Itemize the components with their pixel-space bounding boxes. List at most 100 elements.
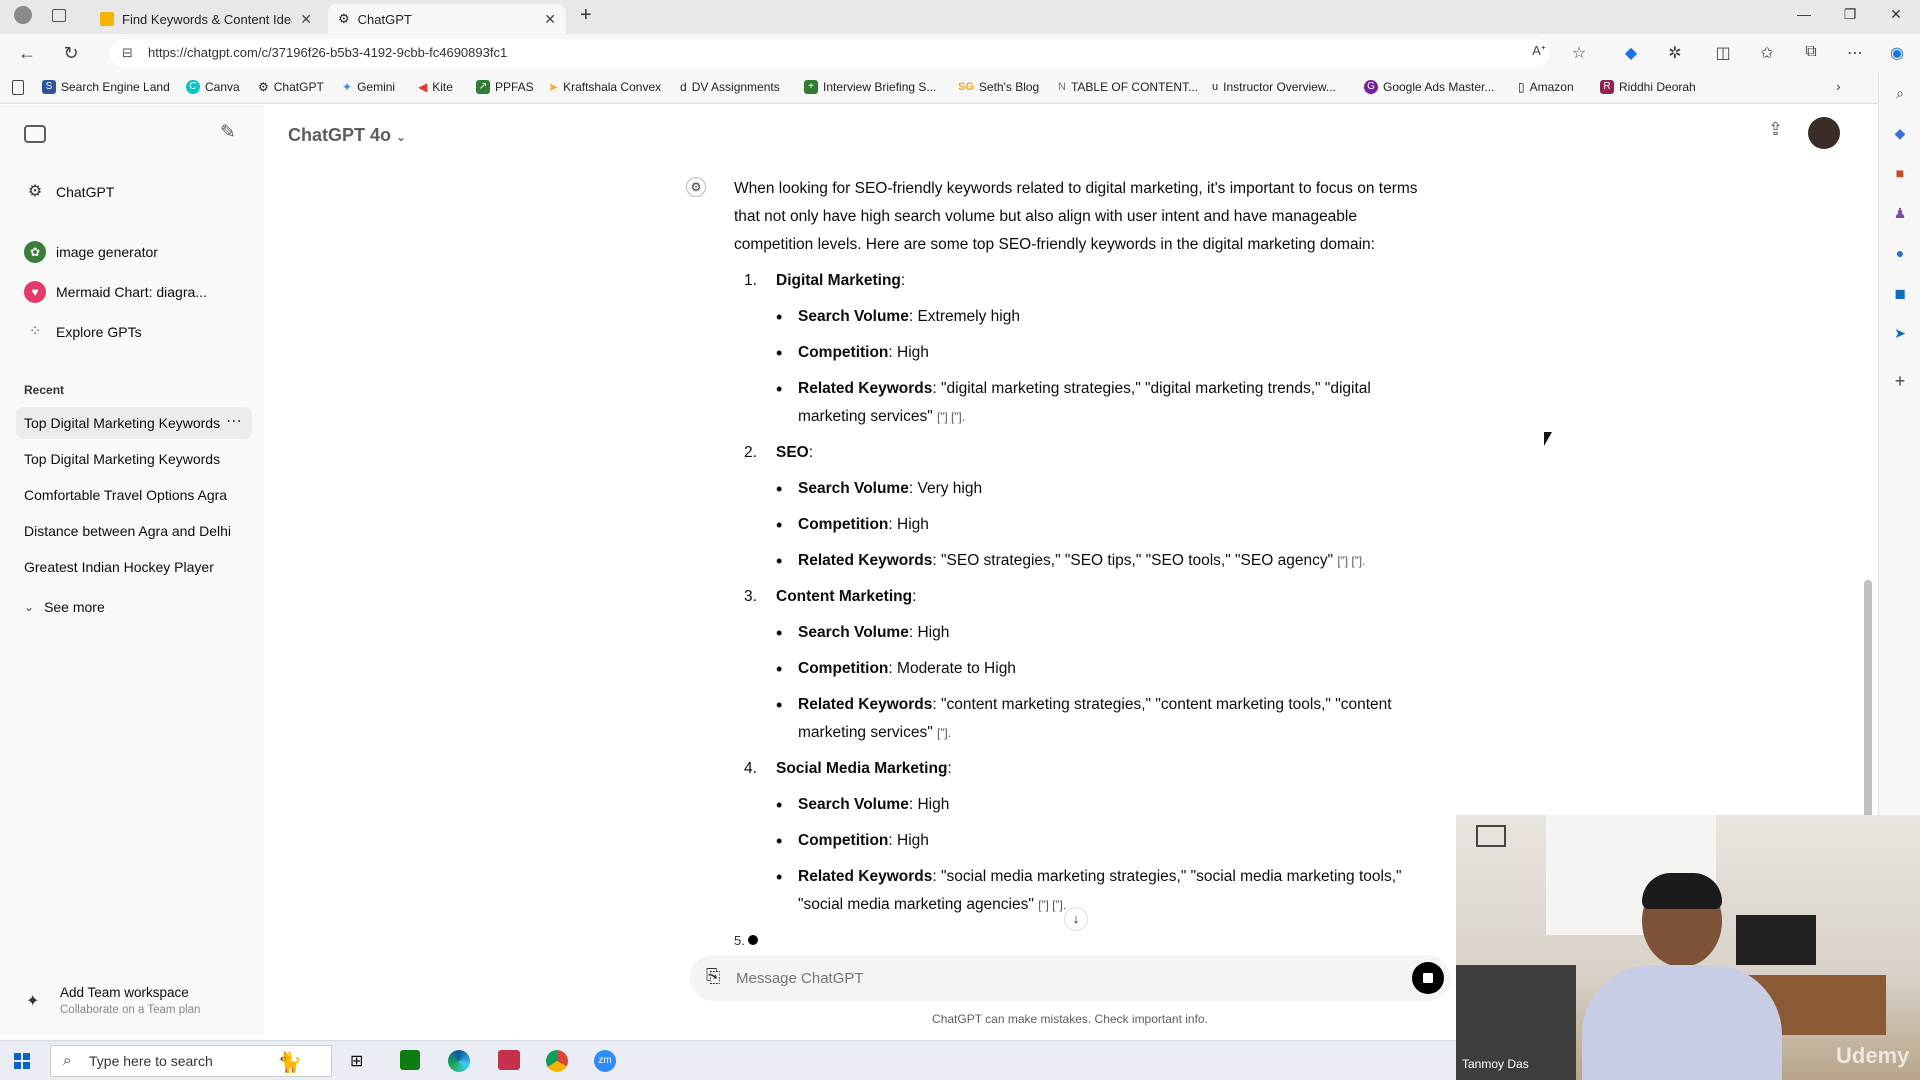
team-subtitle: Collaborate on a Team plan (60, 1004, 201, 1016)
extensions-icon[interactable]: ✲ (1664, 43, 1686, 63)
disclaimer-text: ChatGPT can make mistakes. Check importa… (932, 1012, 1208, 1026)
new-tab-icon[interactable]: + (580, 4, 592, 27)
scrollbar-thumb[interactable] (1864, 580, 1872, 820)
bookmark-5[interactable]: ↗ PPFAS (476, 80, 534, 94)
taskbar-search-box[interactable]: ⌕ Type here to search 🐈 (50, 1045, 332, 1077)
citation-links[interactable]: [”]. (937, 726, 951, 740)
app-red-icon[interactable] (498, 1050, 520, 1070)
scroll-down-icon[interactable]: ↓ (1064, 907, 1088, 931)
tools-icon[interactable]: ■ (1891, 164, 1909, 182)
bookmarks-bar: S Search Engine Land C Canva ⚙ ChatGPT ✦ Gem… (0, 72, 1920, 104)
bookmark-7[interactable]: d DV Assignments (680, 80, 780, 94)
office-icon[interactable]: ● (1891, 244, 1909, 262)
bookmark-10[interactable]: N TABLE OF CONTENT... (1058, 80, 1198, 94)
split-screen-icon[interactable]: ◫ (1712, 43, 1734, 63)
close-tab-icon[interactable]: ✕ (544, 11, 556, 28)
bookmark-6[interactable]: ➤ Kraftshala Convex (548, 80, 661, 94)
chevron-down-icon: ⌄ (24, 600, 35, 614)
bookmark-11[interactable]: u Instructor Overview... (1212, 80, 1336, 94)
gpt-avatar-icon: ✿ (24, 241, 46, 263)
back-icon[interactable]: ← (16, 43, 38, 64)
canva-icon: C (186, 80, 200, 94)
bookmarks-more-icon[interactable]: › (1836, 78, 1841, 94)
edge-icon[interactable] (448, 1050, 470, 1072)
search-volume-line: Search Volume: Extremely high (776, 303, 1434, 331)
see-more-button[interactable]: ⌄ See more (24, 599, 105, 615)
tab-title: Find Keywords & Content Ideas (122, 11, 292, 27)
citation-links[interactable]: [”] [”]. (937, 410, 965, 424)
citation-links[interactable]: [”] [”]. (1337, 554, 1365, 568)
tv (1736, 915, 1816, 965)
favorites-icon[interactable]: ✩ (1756, 43, 1778, 63)
chat-options-icon[interactable]: ⋯ (226, 411, 242, 431)
search-icon: ⌕ (63, 1052, 72, 1069)
games-icon[interactable]: ♟ (1891, 204, 1909, 222)
chrome-icon[interactable] (546, 1050, 568, 1072)
profile-icon[interactable] (14, 6, 32, 24)
tab-find-keywords[interactable]: Find Keywords & Content Ideas ✕ (90, 4, 322, 34)
stop-generating-button[interactable] (1412, 962, 1444, 994)
bookmark-2[interactable]: ⚙ ChatGPT (258, 80, 324, 94)
more-menu-icon[interactable]: ⋯ (1844, 43, 1866, 63)
bookmark-12[interactable]: G Google Ads Master... (1364, 80, 1494, 94)
add-team-workspace[interactable]: Add Team workspace (60, 985, 189, 1000)
sidebar-item-mermaid[interactable]: ♥ Mermaid Chart: diagra... (24, 281, 207, 303)
udemy-watermark: Udemy (1836, 1043, 1910, 1068)
message-input[interactable] (736, 966, 1356, 990)
sidebar-item-explore-gpts[interactable]: ⁘ Explore GPTs (24, 321, 142, 343)
recent-chat-item[interactable]: Greatest Indian Hockey Player (24, 559, 214, 575)
recent-chat-item[interactable]: Top Digital Marketing Keywords (24, 415, 220, 431)
refresh-icon[interactable]: ↻ (60, 43, 82, 64)
new-chat-icon[interactable]: ✎ (220, 121, 236, 144)
minimize-icon[interactable]: — (1794, 6, 1814, 22)
copilot-icon[interactable]: ◉ (1886, 43, 1908, 63)
sidebar-item-chatgpt[interactable]: ⚙ ChatGPT (24, 181, 115, 203)
chatgpt-logo-icon: ⚙ (258, 80, 269, 94)
bookmark-4[interactable]: ◀ Kite (418, 80, 453, 94)
bookmark-1[interactable]: C Canva (186, 80, 240, 94)
workspaces-icon[interactable] (52, 9, 66, 22)
site-info-icon[interactable]: ⊟ (122, 39, 133, 67)
toggle-sidebar-icon[interactable] (24, 125, 46, 143)
sidebar-item-image-generator[interactable]: ✿ image generator (24, 241, 158, 263)
user-avatar[interactable] (1808, 117, 1840, 149)
collections-icon[interactable]: ⧉ (1800, 43, 1822, 61)
bookmark-9[interactable]: SG Seth's Blog (958, 80, 1039, 94)
share-icon[interactable]: ⇪ (1768, 119, 1783, 140)
recent-chat-item[interactable]: Distance between Agra and Delhi (24, 523, 231, 539)
recent-chat-item[interactable]: Comfortable Travel Options Agra (24, 487, 227, 503)
send-icon[interactable]: ➤ (1891, 324, 1909, 342)
read-aloud-icon[interactable]: Aᐩ (1528, 43, 1550, 59)
recent-chat-item[interactable]: Top Digital Marketing Keywords (24, 451, 220, 467)
bookmark-0[interactable]: S Search Engine Land (42, 80, 170, 94)
chevron-down-icon: ⌄ (396, 130, 407, 144)
search-icon[interactable]: ⌕ (1891, 84, 1909, 102)
attach-icon[interactable]: ⎘ (706, 966, 720, 987)
bookmark-3[interactable]: ✦ Gemini (342, 80, 395, 94)
close-tab-icon[interactable]: ✕ (300, 11, 312, 28)
close-window-icon[interactable]: ✕ (1886, 6, 1906, 23)
keyword-item: 3. Content Marketing: (744, 588, 917, 605)
windows-start-icon[interactable] (14, 1053, 30, 1069)
url-field[interactable]: ⊟ https://chatgpt.com/c/37196f26-b5b3-41… (110, 39, 1550, 67)
gemini-icon: ✦ (342, 80, 353, 94)
search-engine-land-icon: S (42, 80, 56, 94)
outlook-icon[interactable]: ◼ (1891, 284, 1909, 302)
add-sidebar-app-icon[interactable]: + (1891, 372, 1909, 390)
tag-icon[interactable]: ◆ (1891, 124, 1909, 142)
restore-icon[interactable]: ❐ (1840, 6, 1860, 23)
bookmark-13[interactable]: ▯ Amazon (1518, 80, 1574, 94)
bookmark-8[interactable]: + Interview Briefing S... (804, 80, 936, 94)
app-green-icon[interactable] (400, 1050, 420, 1070)
page-icon: ▯ (1518, 80, 1525, 94)
citation-links[interactable]: [”] [”]. (1038, 898, 1066, 912)
task-view-icon[interactable]: ⊞ (350, 1051, 363, 1071)
keyword-title: SEO (776, 444, 809, 461)
favorite-star-icon[interactable]: ☆ (1568, 43, 1590, 63)
extension-icon[interactable]: ◆ (1620, 43, 1642, 63)
zoom-icon[interactable]: zm (594, 1050, 616, 1072)
model-selector[interactable]: ChatGPT 4o ⌄ (288, 125, 406, 146)
reading-list-icon[interactable] (12, 80, 24, 95)
bookmark-14[interactable]: R Riddhi Deorah (1600, 80, 1696, 94)
tab-chatgpt[interactable]: ⚙ ChatGPT ✕ (328, 4, 566, 34)
